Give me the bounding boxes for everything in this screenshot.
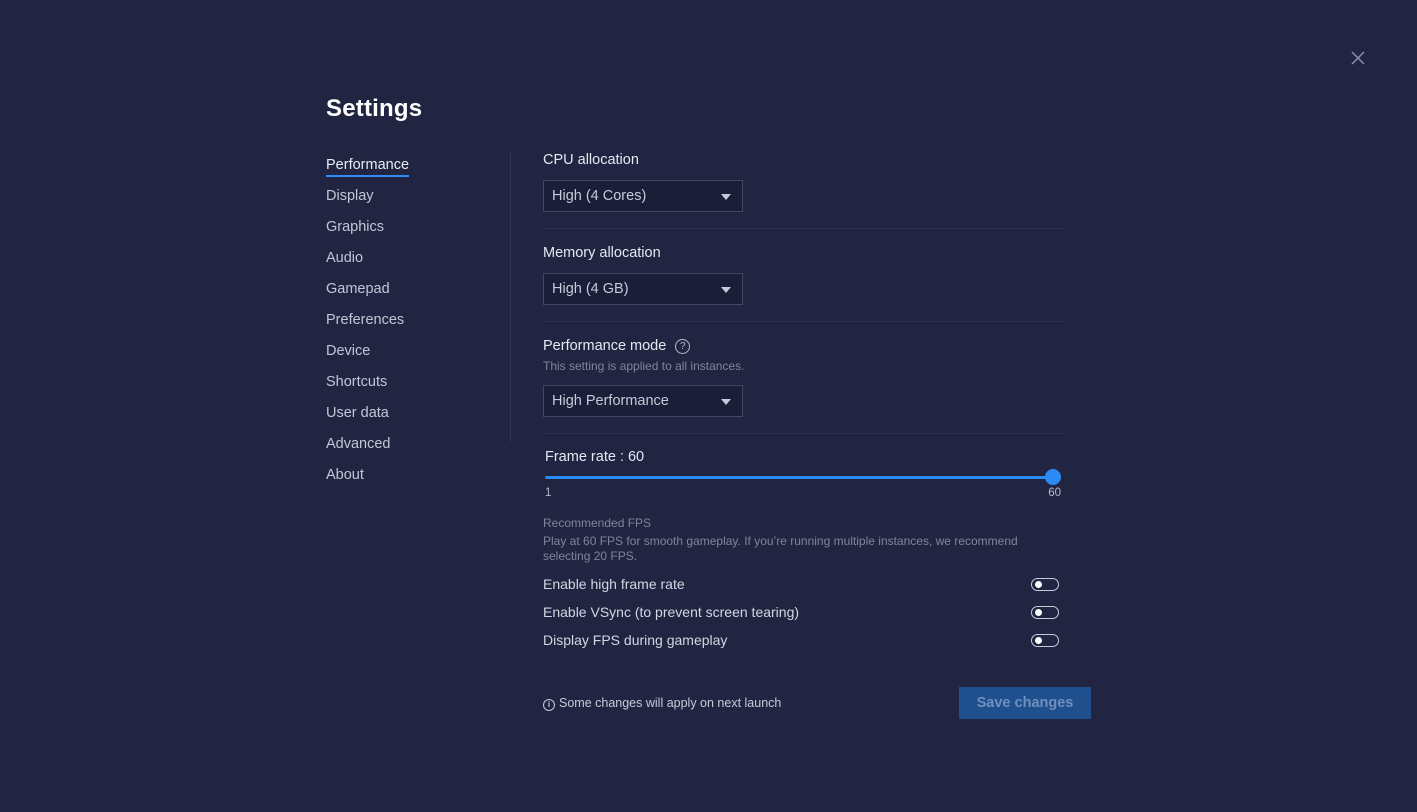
performance-mode-label-row: Performance mode? — [543, 336, 1064, 356]
sidebar-item-user-data[interactable]: User data — [326, 402, 511, 433]
chevron-down-icon — [721, 399, 731, 405]
save-changes-button[interactable]: Save changes — [959, 687, 1091, 719]
sidebar-item-shortcuts[interactable]: Shortcuts — [326, 371, 511, 402]
chevron-down-icon — [721, 194, 731, 200]
memory-allocation-select[interactable]: High (4 GB) — [543, 273, 743, 305]
toggle-knob — [1035, 609, 1042, 616]
frame-rate-label: Frame rate : 60 — [545, 449, 645, 465]
info-icon: i — [543, 699, 555, 711]
frame-rate-control: Frame rate : 60 1 60 — [543, 449, 1064, 499]
display-fps-toggle[interactable] — [1031, 634, 1059, 647]
toggle-knob — [1035, 637, 1042, 644]
frame-rate-max-label: 60 — [1048, 487, 1061, 499]
sidebar-item-display[interactable]: Display — [326, 185, 511, 216]
sidebar-item-label: Advanced — [326, 436, 391, 452]
recommended-fps-text: Play at 60 FPS for smooth gameplay. If y… — [543, 534, 1018, 563]
toggle-row-vsync: Enable VSync (to prevent screen tearing) — [543, 598, 1064, 626]
recommended-fps-title: Recommended FPS — [543, 516, 652, 530]
sidebar-item-preferences[interactable]: Preferences — [326, 309, 511, 340]
sidebar-item-label: Performance — [326, 155, 410, 177]
help-icon[interactable]: ? — [675, 339, 691, 354]
cpu-allocation-label: CPU allocation — [543, 152, 639, 168]
sidebar-divider — [510, 152, 511, 442]
sidebar-item-label: Graphics — [326, 219, 385, 235]
chevron-down-icon — [721, 287, 731, 293]
close-button[interactable] — [1348, 48, 1368, 68]
frame-rate-slider-fill — [545, 476, 1053, 479]
vsync-toggle[interactable] — [1031, 606, 1059, 619]
toggle-knob — [1035, 581, 1042, 588]
toggle-list: Enable high frame rate Enable VSync (to … — [543, 570, 1064, 654]
sidebar-item-label: Audio — [326, 250, 364, 266]
settings-sidebar: Performance Display Graphics Audio Gamep… — [326, 154, 511, 495]
sidebar-item-label: Gamepad — [326, 281, 390, 297]
section-divider — [543, 321, 1064, 322]
toggle-row-display-fps: Display FPS during gameplay — [543, 626, 1064, 654]
page-title: Settings — [326, 95, 423, 122]
footer-note: i Some changes will apply on next launch — [543, 696, 781, 711]
performance-panel: CPU allocation High (4 Cores) Memory all… — [543, 150, 1064, 654]
cpu-allocation-value: High (4 Cores) — [552, 188, 647, 204]
frame-rate-slider-thumb[interactable] — [1045, 469, 1061, 485]
sidebar-item-graphics[interactable]: Graphics — [326, 216, 511, 247]
sidebar-item-label: Device — [326, 343, 371, 359]
section-divider — [543, 433, 1064, 434]
performance-mode-value: High Performance — [552, 393, 669, 409]
performance-mode-hint: This setting is applied to all instances… — [543, 359, 745, 373]
performance-mode-label: Performance mode — [543, 338, 667, 354]
sidebar-item-label: About — [326, 467, 364, 483]
toggle-label: Display FPS during gameplay — [543, 632, 728, 648]
footer-note-text: Some changes will apply on next launch — [559, 696, 782, 710]
toggle-label: Enable high frame rate — [543, 576, 685, 592]
cpu-allocation-select[interactable]: High (4 Cores) — [543, 180, 743, 212]
sidebar-item-label: Preferences — [326, 312, 405, 328]
sidebar-item-performance[interactable]: Performance — [326, 154, 511, 185]
sidebar-item-audio[interactable]: Audio — [326, 247, 511, 278]
high-frame-rate-toggle[interactable] — [1031, 578, 1059, 591]
section-divider — [543, 228, 1064, 229]
sidebar-item-about[interactable]: About — [326, 464, 511, 495]
toggle-label: Enable VSync (to prevent screen tearing) — [543, 604, 800, 620]
close-icon — [1351, 51, 1365, 65]
frame-rate-min-label: 1 — [545, 487, 552, 499]
sidebar-item-gamepad[interactable]: Gamepad — [326, 278, 511, 309]
sidebar-item-label: User data — [326, 405, 389, 421]
sidebar-item-label: Shortcuts — [326, 374, 388, 390]
performance-mode-select[interactable]: High Performance — [543, 385, 743, 417]
sidebar-item-label: Display — [326, 188, 374, 204]
sidebar-item-advanced[interactable]: Advanced — [326, 433, 511, 464]
settings-footer: i Some changes will apply on next launch … — [543, 687, 1091, 719]
memory-allocation-value: High (4 GB) — [552, 281, 629, 297]
frame-rate-slider-track[interactable] — [545, 469, 1061, 485]
sidebar-item-device[interactable]: Device — [326, 340, 511, 371]
toggle-row-high-frame-rate: Enable high frame rate — [543, 570, 1064, 598]
memory-allocation-label: Memory allocation — [543, 245, 661, 261]
